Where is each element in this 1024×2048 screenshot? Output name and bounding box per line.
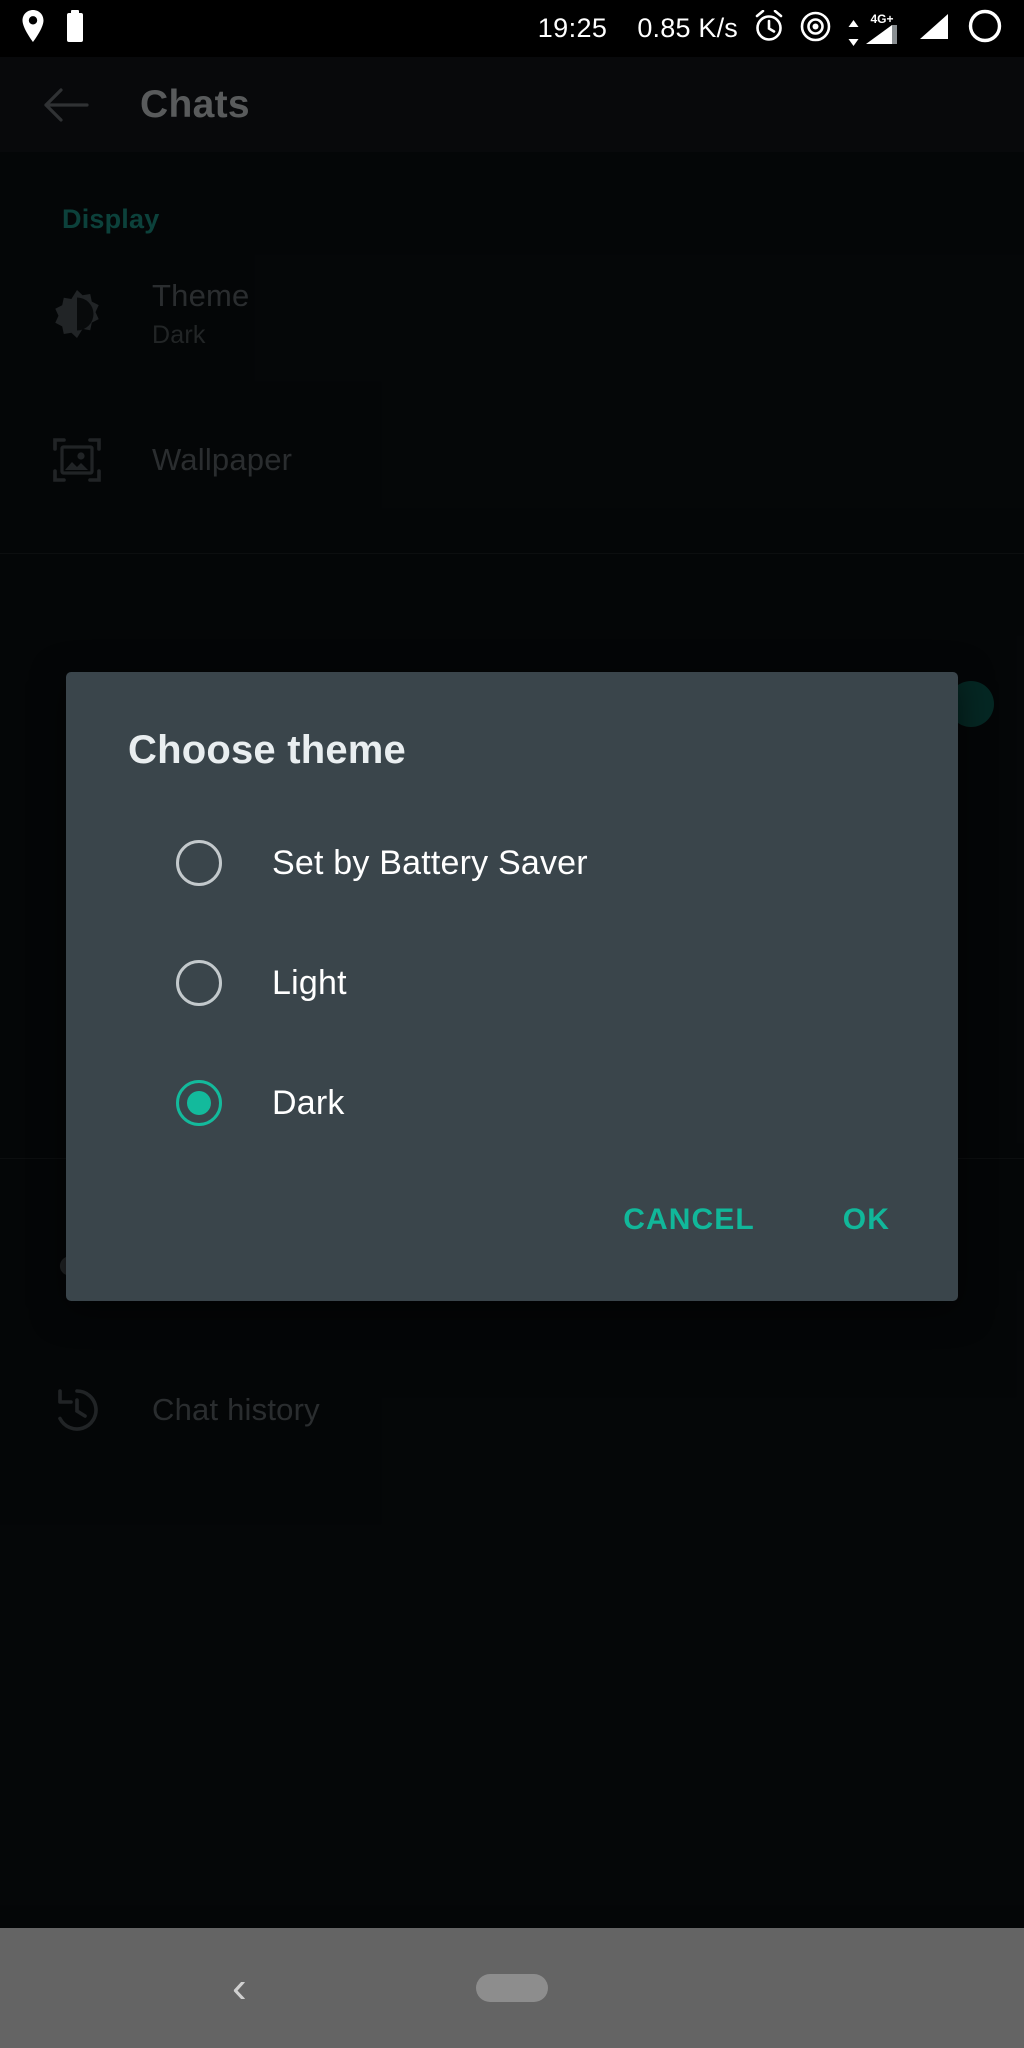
dialog-title: Choose theme [66,672,958,773]
svg-text:4G+: 4G+ [870,12,893,26]
status-bar-right: 19:25 0.85 K/s 4G+ [538,9,1002,48]
nav-back-icon[interactable]: ‹ [232,1966,247,2010]
choose-theme-dialog: Choose theme Set by Battery Saver Light … [66,672,958,1301]
network-speed: 0.85 K/s [637,13,738,44]
status-bar: 19:25 0.85 K/s 4G+ [0,0,1024,57]
phone-screen: 19:25 0.85 K/s 4G+ [0,0,1024,2048]
battery-icon [66,10,84,47]
theme-radio-group: Set by Battery Saver Light Dark [66,773,958,1163]
dialog-actions: CANCEL OK [66,1163,958,1301]
system-navigation-bar: ‹ [0,1928,1024,2048]
mobile-data-icon: 4G+ [847,12,902,46]
status-clock: 19:25 [538,13,608,44]
radio-icon-selected[interactable] [176,1080,222,1126]
ok-button[interactable]: OK [817,1185,916,1255]
radio-option-set-by-battery-saver[interactable]: Set by Battery Saver [66,803,958,923]
alarm-icon [754,10,784,47]
location-icon [22,10,44,47]
cancel-button[interactable]: CANCEL [597,1185,781,1255]
signal-icon [918,11,952,46]
battery-circle-icon [968,9,1002,48]
radio-label-dark: Dark [272,1084,345,1123]
radio-option-light[interactable]: Light [66,923,958,1043]
radio-label-light: Light [272,964,347,1003]
radio-label-set-by-battery-saver: Set by Battery Saver [272,844,588,883]
status-bar-left [22,10,84,47]
radio-option-dark[interactable]: Dark [66,1043,958,1163]
hotspot-icon [800,11,831,47]
radio-icon-unselected[interactable] [176,840,222,886]
home-pill-icon[interactable] [476,1974,548,2002]
radio-icon-unselected[interactable] [176,960,222,1006]
